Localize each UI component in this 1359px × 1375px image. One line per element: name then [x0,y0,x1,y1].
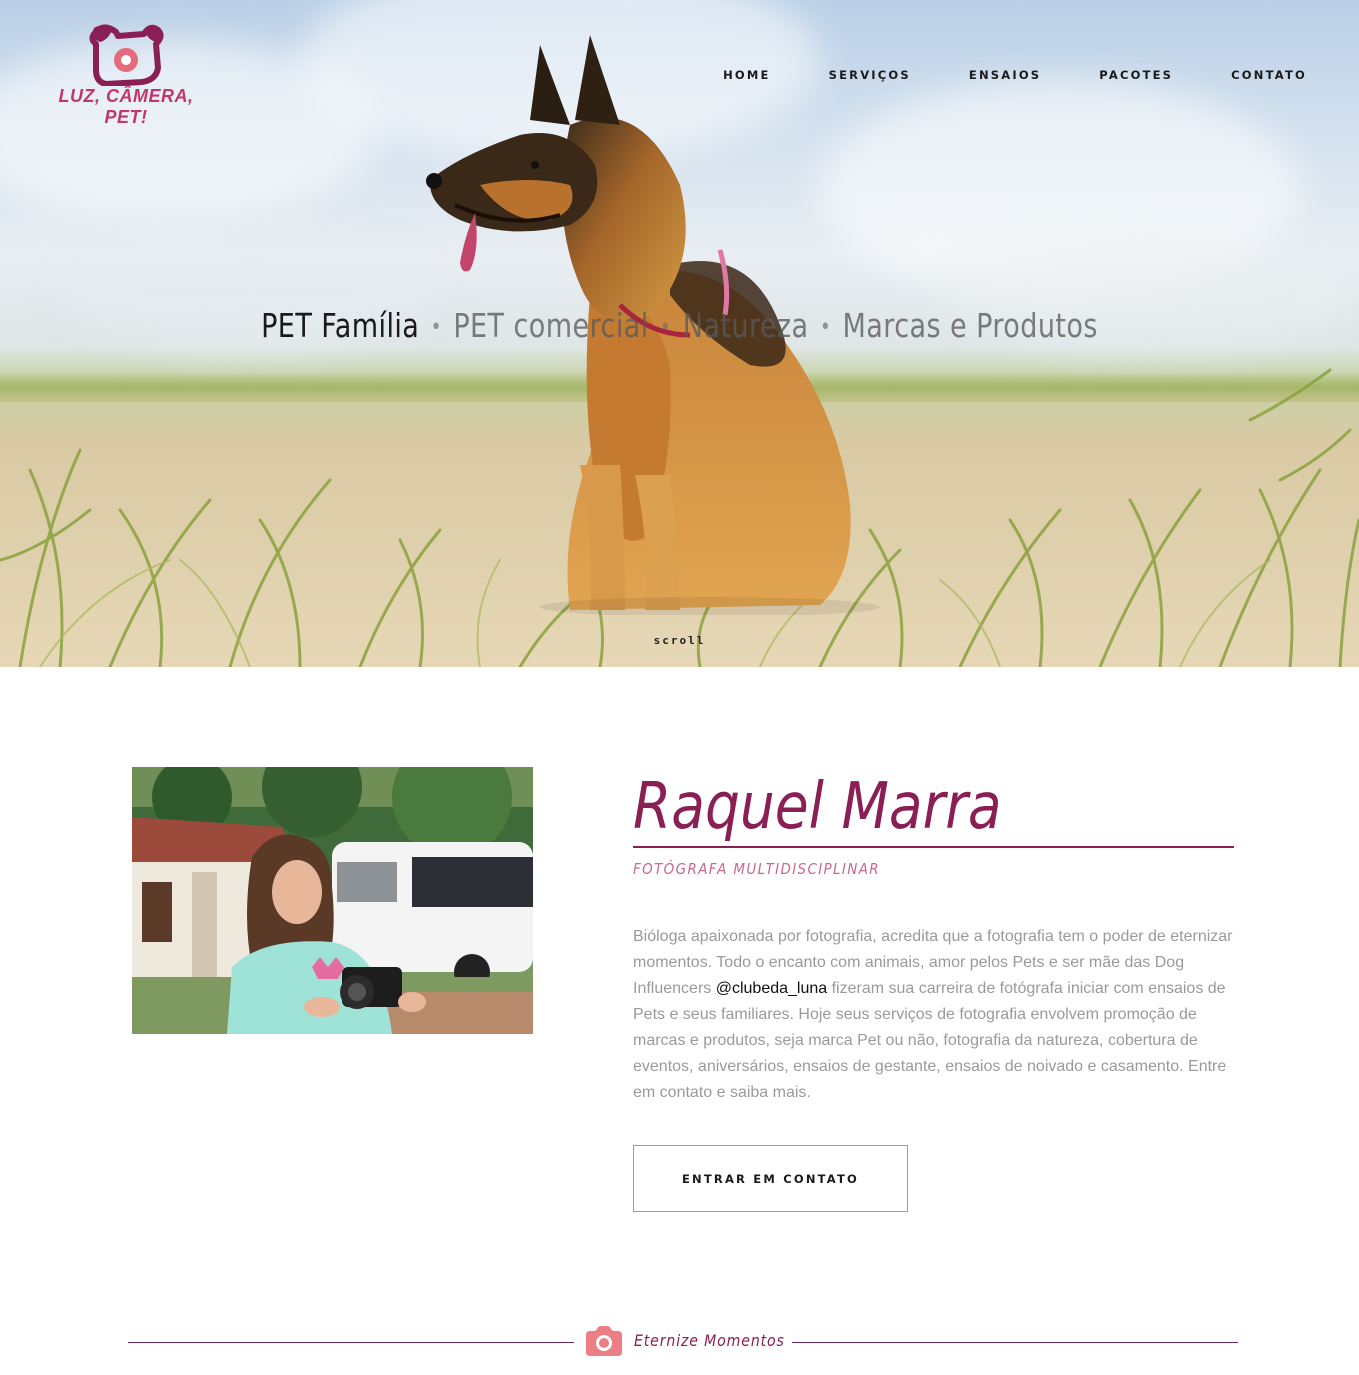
hero-tagline: PET Família • PET comercial • Natureza • Marca… [122,306,1236,345]
divider-line-right [792,1342,1238,1343]
logo-text: LUZ, CÂMERA, PET! [58,86,194,127]
section-divider-title: Eternize Momentos [634,1331,785,1350]
bio-text-end: fizeram sua carreira de fotógrafa inicia… [633,980,1227,1101]
nav-item-servicos[interactable]: SERVIÇOS [829,68,911,82]
tagline-pet-familia[interactable]: PET Família [261,306,419,345]
main-nav: HOME SERVIÇOS ENSAIOS PACOTES CONTATO [723,68,1307,82]
camera-dog-logo-icon [89,24,164,87]
nav-item-ensaios[interactable]: ENSAIOS [969,68,1041,82]
tagline-natureza[interactable]: Natureza [683,306,809,345]
photographer-role: FOTÓGRAFA MULTIDISCIPLINAR [633,860,881,878]
tagline-pet-comercial[interactable]: PET comercial [453,306,648,345]
divider-line-left [128,1342,574,1343]
tagline-separator: • [660,315,672,340]
instagram-handle-link[interactable]: @clubeda_luna [716,980,827,997]
photographer-name: Raquel Marra [633,770,1002,844]
nav-item-contato[interactable]: CONTATO [1231,68,1307,82]
name-underline [633,846,1234,848]
camera-icon [586,1326,622,1356]
site-logo[interactable]: LUZ, CÂMERA, PET! [46,22,206,127]
scroll-indicator[interactable]: scroll [0,634,1359,647]
photographer-bio: Bióloga apaixonada por fotografia, acred… [633,924,1235,1106]
tagline-marcas-produtos[interactable]: Marcas e Produtos [843,306,1098,345]
nav-item-pacotes[interactable]: PACOTES [1099,68,1173,82]
contact-button[interactable]: ENTRAR EM CONTATO [633,1145,908,1212]
nav-item-home[interactable]: HOME [723,68,771,82]
tagline-separator: • [820,315,832,340]
photographer-photo [132,767,533,1034]
photographer-photo-illustration [132,767,533,1034]
hero-banner: LUZ, CÂMERA, PET! HOME SERVIÇOS ENSAIOS … [0,0,1359,667]
tagline-separator: • [430,315,442,340]
